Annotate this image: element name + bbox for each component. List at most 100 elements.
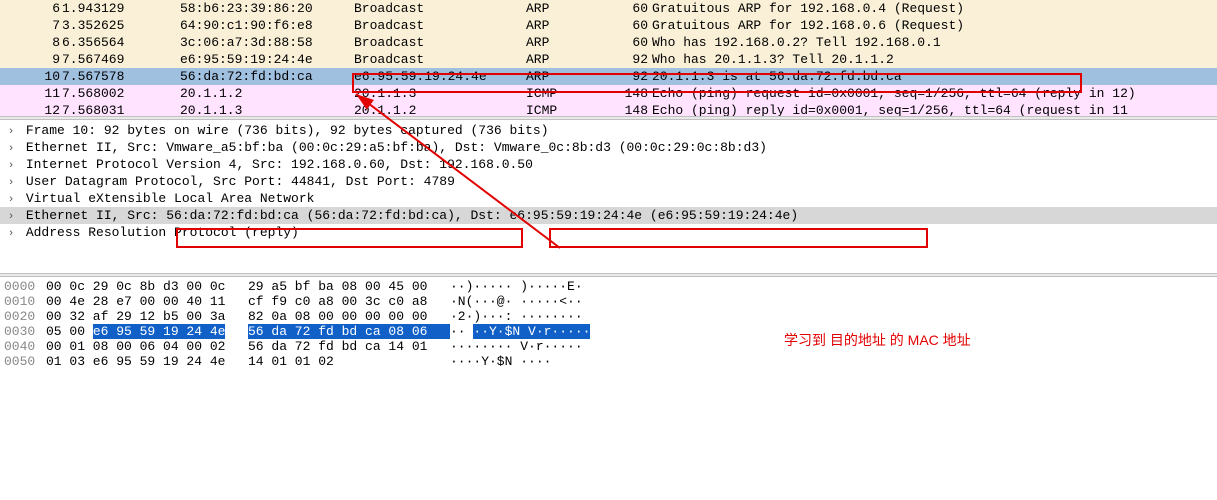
packet-no: 8 xyxy=(0,35,62,50)
hex-row[interactable]: 0010 00 4e 28 e7 00 00 40 11 cf f9 c0 a8… xyxy=(0,294,1217,309)
hex-selected-bytes: e6 95 59 19 24 4e xyxy=(93,324,226,339)
packet-time: 6.356564 xyxy=(62,35,180,50)
hex-bytes: 00 0c 29 0c 8b d3 00 0c xyxy=(46,279,248,294)
packet-no: 11 xyxy=(0,86,62,101)
packet-row[interactable]: 7 3.352625 64:90:c1:90:f6:e8 Broadcast A… xyxy=(0,17,1217,34)
hex-bytes: 82 0a 08 00 00 00 00 00 xyxy=(248,309,450,324)
hex-ascii: ·N(···@· ·····<·· xyxy=(450,294,583,309)
packet-no: 12 xyxy=(0,103,62,115)
hex-offset: 0020 xyxy=(4,309,46,324)
packet-info: Who has 192.168.0.2? Tell 192.168.0.1 xyxy=(652,35,941,50)
caret-icon[interactable]: › xyxy=(4,160,18,172)
packet-len: 92 xyxy=(616,69,652,84)
tree-row[interactable]: › User Datagram Protocol, Src Port: 4484… xyxy=(0,173,1217,190)
packet-row[interactable]: 12 7.568031 20.1.1.3 20.1.1.2 ICMP 148 E… xyxy=(0,102,1217,116)
packet-src: e6:95:59:19:24:4e xyxy=(180,52,354,67)
tree-row-text: Internet Protocol Version 4, Src: 192.16… xyxy=(26,157,533,172)
tree-row-selected[interactable]: › Ethernet II, Src: 56:da:72:fd:bd:ca (5… xyxy=(0,207,1217,224)
packet-time: 7.568031 xyxy=(62,103,180,115)
caret-icon[interactable]: › xyxy=(4,194,18,206)
packet-row-selected[interactable]: 10 7.567578 56:da:72:fd:bd:ca e6:95:59:1… xyxy=(0,68,1217,85)
hex-pane[interactable]: 0000 00 0c 29 0c 8b d3 00 0c 29 a5 bf ba… xyxy=(0,277,1217,371)
packet-info: Who has 20.1.1.3? Tell 20.1.1.2 xyxy=(652,52,894,67)
hex-row[interactable]: 0020 00 32 af 29 12 b5 00 3a 82 0a 08 00… xyxy=(0,309,1217,324)
hex-row[interactable]: 0040 00 01 08 00 06 04 00 02 56 da 72 fd… xyxy=(0,339,1217,354)
tree-row[interactable]: › Address Resolution Protocol (reply) xyxy=(0,224,1217,241)
packet-dst: Broadcast xyxy=(354,18,526,33)
packet-len: 148 xyxy=(616,103,652,115)
packet-info: 20.1.1.3 is at 56:da:72:fd:bd:ca xyxy=(652,69,902,84)
packet-time: 1.943129 xyxy=(62,1,180,16)
hex-ascii: ··)····· )·····E· xyxy=(450,279,583,294)
hex-bytes: 00 32 af 29 12 b5 00 3a xyxy=(46,309,248,324)
packet-src: 58:b6:23:39:86:20 xyxy=(180,1,354,16)
packet-len: 60 xyxy=(616,1,652,16)
packet-row[interactable]: 9 7.567469 e6:95:59:19:24:4e Broadcast A… xyxy=(0,51,1217,68)
hex-bytes: 05 00 e6 95 59 19 24 4e xyxy=(46,324,248,339)
packet-info: Gratuitous ARP for 192.168.0.6 (Request) xyxy=(652,18,964,33)
tree-row-text: Virtual eXtensible Local Area Network xyxy=(26,191,315,206)
packet-row[interactable]: 11 7.568002 20.1.1.2 20.1.1.3 ICMP 148 E… xyxy=(0,85,1217,102)
packet-row[interactable]: 6 1.943129 58:b6:23:39:86:20 Broadcast A… xyxy=(0,0,1217,17)
caret-icon[interactable]: › xyxy=(4,177,18,189)
packet-no: 7 xyxy=(0,18,62,33)
packet-row[interactable]: 8 6.356564 3c:06:a7:3d:88:58 Broadcast A… xyxy=(0,34,1217,51)
packet-info: Gratuitous ARP for 192.168.0.4 (Request) xyxy=(652,1,964,16)
packet-list-pane[interactable]: 6 1.943129 58:b6:23:39:86:20 Broadcast A… xyxy=(0,0,1217,116)
packet-proto: ARP xyxy=(526,35,616,50)
packet-proto: ARP xyxy=(526,18,616,33)
packet-proto: ARP xyxy=(526,69,616,84)
caret-icon[interactable]: › xyxy=(4,143,18,155)
tree-row[interactable]: › Frame 10: 92 bytes on wire (736 bits),… xyxy=(0,122,1217,139)
caret-icon[interactable]: › xyxy=(4,211,18,223)
packet-dst: 20.1.1.3 xyxy=(354,86,526,101)
packet-src: 56:da:72:fd:bd:ca xyxy=(180,69,354,84)
packet-proto: ICMP xyxy=(526,103,616,115)
packet-dst: e6:95:59:19:24:4e xyxy=(354,69,526,84)
tree-row[interactable]: › Ethernet II, Src: Vmware_a5:bf:ba (00:… xyxy=(0,139,1217,156)
packet-len: 60 xyxy=(616,35,652,50)
packet-no: 10 xyxy=(0,69,62,84)
packet-len: 92 xyxy=(616,52,652,67)
packet-proto: ARP xyxy=(526,1,616,16)
tree-row-text: Address Resolution Protocol (reply) xyxy=(26,225,299,240)
caret-icon[interactable]: › xyxy=(4,228,18,240)
packet-time: 7.567578 xyxy=(62,69,180,84)
hex-bytes: 14 01 01 02 xyxy=(248,354,450,369)
packet-dst: 20.1.1.2 xyxy=(354,103,526,115)
tree-row-text: Frame 10: 92 bytes on wire (736 bits), 9… xyxy=(26,123,549,138)
packet-proto: ICMP xyxy=(526,86,616,101)
packet-time: 7.568002 xyxy=(62,86,180,101)
hex-bytes: 56 da 72 fd bd ca 14 01 xyxy=(248,339,450,354)
packet-len: 148 xyxy=(616,86,652,101)
hex-row[interactable]: 0000 00 0c 29 0c 8b d3 00 0c 29 a5 bf ba… xyxy=(0,279,1217,294)
packet-proto: ARP xyxy=(526,52,616,67)
annotation-text: 学习到 目的地址 的 MAC 地址 xyxy=(784,330,971,350)
hex-row[interactable]: 0050 01 03 e6 95 59 19 24 4e 14 01 01 02… xyxy=(0,354,1217,369)
tree-row[interactable]: › Virtual eXtensible Local Area Network xyxy=(0,190,1217,207)
packet-src: 64:90:c1:90:f6:e8 xyxy=(180,18,354,33)
packet-dst: Broadcast xyxy=(354,1,526,16)
packet-no: 6 xyxy=(0,1,62,16)
hex-ascii: ·2·)···: ········ xyxy=(450,309,583,324)
hex-ascii: ·· ··Y·$N V·r····· xyxy=(450,324,590,339)
tree-row[interactable]: › Internet Protocol Version 4, Src: 192.… xyxy=(0,156,1217,173)
hex-offset: 0000 xyxy=(4,279,46,294)
hex-offset: 0010 xyxy=(4,294,46,309)
caret-icon[interactable]: › xyxy=(4,126,18,138)
packet-src: 20.1.1.3 xyxy=(180,103,354,115)
hex-bytes: 01 03 e6 95 59 19 24 4e xyxy=(46,354,248,369)
hex-selected-bytes: 56 da 72 fd bd ca 08 06 xyxy=(248,324,450,339)
packet-details-pane[interactable]: › Frame 10: 92 bytes on wire (736 bits),… xyxy=(0,120,1217,243)
hex-row[interactable]: 0030 05 00 e6 95 59 19 24 4e 56 da 72 fd… xyxy=(0,324,1217,339)
packet-len: 60 xyxy=(616,18,652,33)
packet-time: 3.352625 xyxy=(62,18,180,33)
packet-info: Echo (ping) reply id=0x0001, seq=1/256, … xyxy=(652,103,1128,115)
hex-ascii: ····Y·$N ···· xyxy=(450,354,551,369)
hex-bytes: 00 01 08 00 06 04 00 02 xyxy=(46,339,248,354)
packet-src: 20.1.1.2 xyxy=(180,86,354,101)
packet-src: 3c:06:a7:3d:88:58 xyxy=(180,35,354,50)
packet-info: Echo (ping) request id=0x0001, seq=1/256… xyxy=(652,86,1136,101)
hex-offset: 0040 xyxy=(4,339,46,354)
packet-dst: Broadcast xyxy=(354,52,526,67)
